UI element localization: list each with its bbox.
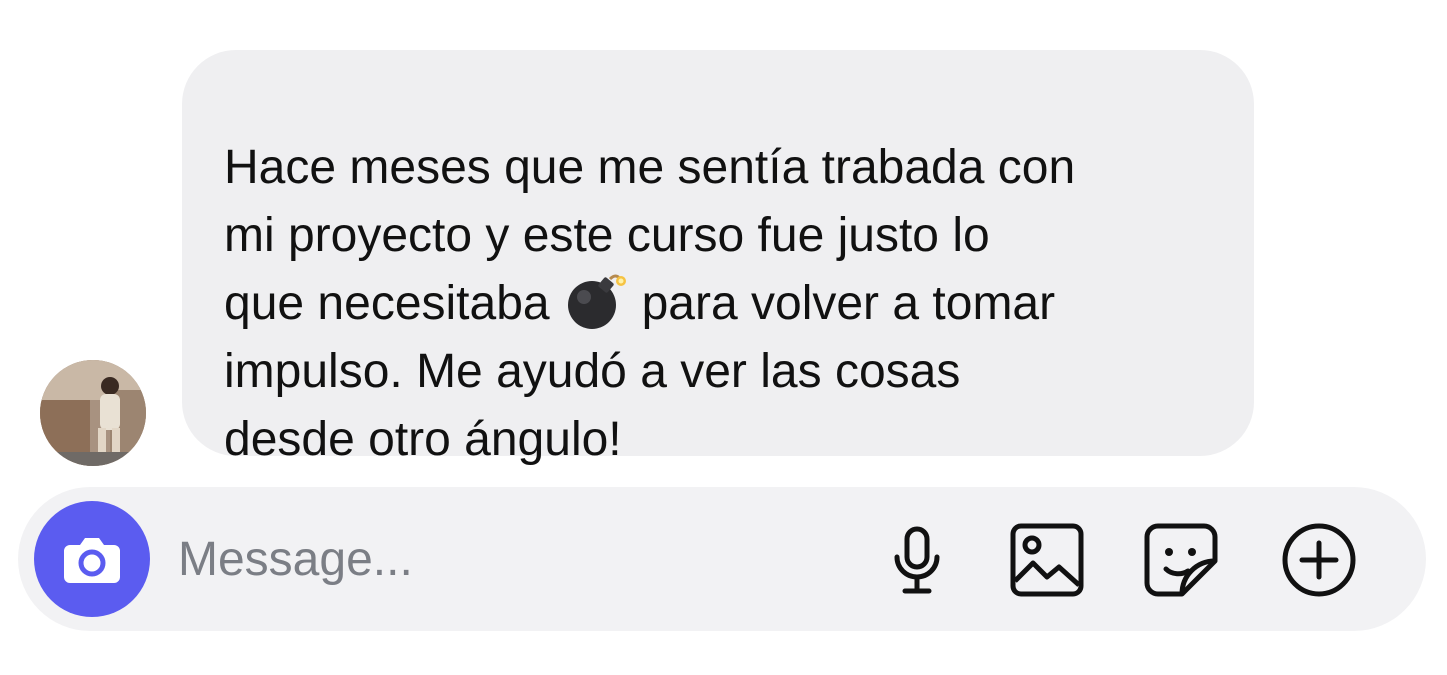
message-line: desde otro ángulo! <box>224 413 622 466</box>
camera-button[interactable] <box>34 501 150 617</box>
sticker-icon <box>1144 523 1218 597</box>
plus-circle-icon <box>1282 523 1356 597</box>
microphone-icon <box>894 526 940 594</box>
message-line: impulso. Me ayudó a ver las cosas <box>224 345 961 398</box>
message-composer <box>18 487 1426 631</box>
message-bubble[interactable]: Hace meses que me sentía trabada con mi … <box>182 50 1254 466</box>
avatar-photo <box>40 360 146 466</box>
message-line-part: que necesitaba <box>224 277 550 330</box>
message-line-part: para volver a tomar <box>641 277 1056 330</box>
more-options-button[interactable] <box>1280 521 1358 599</box>
bomb-emoji-icon <box>564 273 628 331</box>
image-icon <box>1010 523 1084 597</box>
voice-message-button[interactable] <box>878 521 956 599</box>
sender-avatar[interactable] <box>40 360 146 466</box>
message-input[interactable] <box>178 527 738 591</box>
message-text: Hace meses que me sentía trabada con mi … <box>224 134 1214 474</box>
message-line: Hace meses que me sentía trabada con <box>224 141 1076 194</box>
sticker-button[interactable] <box>1142 521 1220 599</box>
message-line: mi proyecto y este curso fue justo lo <box>224 209 990 262</box>
camera-icon <box>64 538 120 583</box>
gallery-button[interactable] <box>1008 521 1086 599</box>
message-line: que necesitaba para volver a tomar <box>224 270 1214 338</box>
